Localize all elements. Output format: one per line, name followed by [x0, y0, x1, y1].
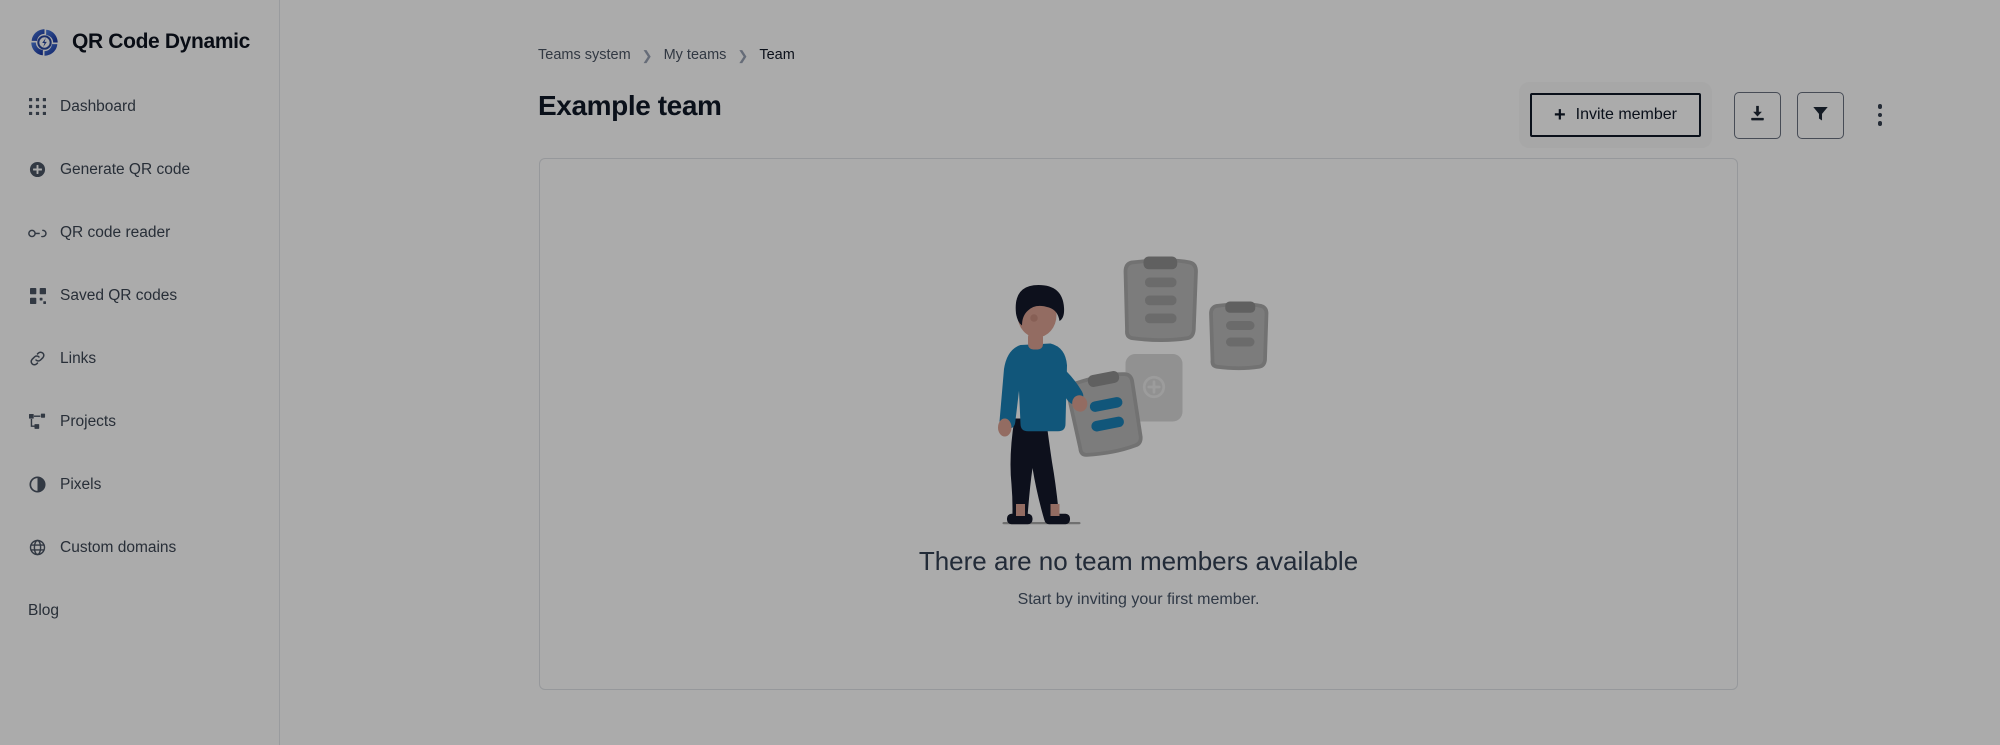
link-icon: [28, 349, 47, 368]
app-screen: QR Code Dynamic Dashboard Generate QR co…: [0, 0, 2000, 745]
more-vertical-icon-dot: [1877, 104, 1883, 109]
empty-state-subtitle: Start by inviting your first member.: [1017, 590, 1260, 608]
qr-grid-icon: [28, 286, 47, 305]
sidebar-item-label: Saved QR codes: [60, 286, 178, 304]
breadcrumb-item-teams-system[interactable]: Teams system: [538, 47, 631, 63]
breadcrumb-separator: ❯: [641, 47, 653, 63]
sidebar-item-label: Blog: [28, 601, 60, 619]
main-content: Teams system ❯ My teams ❯ Team Example t…: [280, 0, 2000, 745]
plus-circle-icon: [28, 160, 47, 179]
person-with-clipboards-illustration: [997, 256, 1268, 524]
sidebar-item-custom-domains[interactable]: Custom domains: [0, 528, 279, 567]
sidebar-item-blog[interactable]: Blog: [0, 591, 279, 630]
sidebar-item-label: Pixels: [60, 475, 102, 493]
sidebar-item-generate-qr-code[interactable]: Generate QR code: [0, 150, 279, 189]
sidebar-item-label: Generate QR code: [60, 160, 191, 178]
breadcrumb: Teams system ❯ My teams ❯ Team: [538, 47, 795, 63]
invite-member-highlight: + Invite member: [1518, 82, 1712, 148]
invite-member-label: Invite member: [1575, 106, 1677, 123]
page-toolbar: + Invite member: [1518, 82, 1900, 148]
sidebar-item-pixels[interactable]: Pixels: [0, 465, 279, 504]
sidebar-item-saved-qr-codes[interactable]: Saved QR codes: [0, 276, 279, 315]
sidebar-item-qr-code-reader[interactable]: QR code reader: [0, 213, 279, 252]
sidebar-item-label: Projects: [60, 412, 116, 430]
brand-name: QR Code Dynamic: [72, 30, 250, 53]
sidebar-item-label: Dashboard: [60, 97, 136, 115]
invite-member-button[interactable]: + Invite member: [1529, 93, 1701, 137]
team-members-empty-card: There are no team members available Star…: [539, 158, 1738, 690]
more-options-button[interactable]: [1860, 92, 1900, 139]
brand[interactable]: QR Code Dynamic: [0, 0, 279, 62]
sidebar-item-dashboard[interactable]: Dashboard: [0, 87, 279, 126]
sidebar-item-label: Custom domains: [60, 538, 177, 556]
grid-icon: [28, 97, 47, 116]
filter-funnel-icon: [1811, 104, 1830, 126]
plus-icon: +: [1553, 103, 1566, 126]
sitemap-icon: [28, 412, 47, 431]
download-button[interactable]: [1734, 91, 1781, 139]
breadcrumb-item-team: Team: [759, 47, 795, 63]
filter-button[interactable]: [1797, 91, 1844, 139]
sidebar-item-label: QR code reader: [60, 223, 171, 241]
sidebar-item-projects[interactable]: Projects: [0, 402, 279, 441]
half-circle-icon: [28, 475, 47, 494]
breadcrumb-separator: ❯: [737, 47, 749, 63]
download-icon: [1748, 104, 1767, 126]
page-title: Example team: [538, 90, 722, 121]
sidebar-item-label: Links: [60, 349, 97, 367]
globe-icon: [28, 538, 47, 557]
sidebar-nav: Dashboard Generate QR code QR code reade…: [0, 87, 279, 630]
more-vertical-icon-dot: [1877, 112, 1883, 118]
sidebar-item-links[interactable]: Links: [0, 339, 279, 378]
sidebar: QR Code Dynamic Dashboard Generate QR co…: [0, 0, 280, 745]
breadcrumb-item-my-teams[interactable]: My teams: [664, 47, 727, 63]
more-vertical-icon-dot: [1877, 121, 1883, 126]
glasses-icon: [28, 223, 47, 242]
empty-state-title: There are no team members available: [918, 545, 1359, 576]
qr-dynamic-swirl-logo-icon: [31, 28, 58, 56]
